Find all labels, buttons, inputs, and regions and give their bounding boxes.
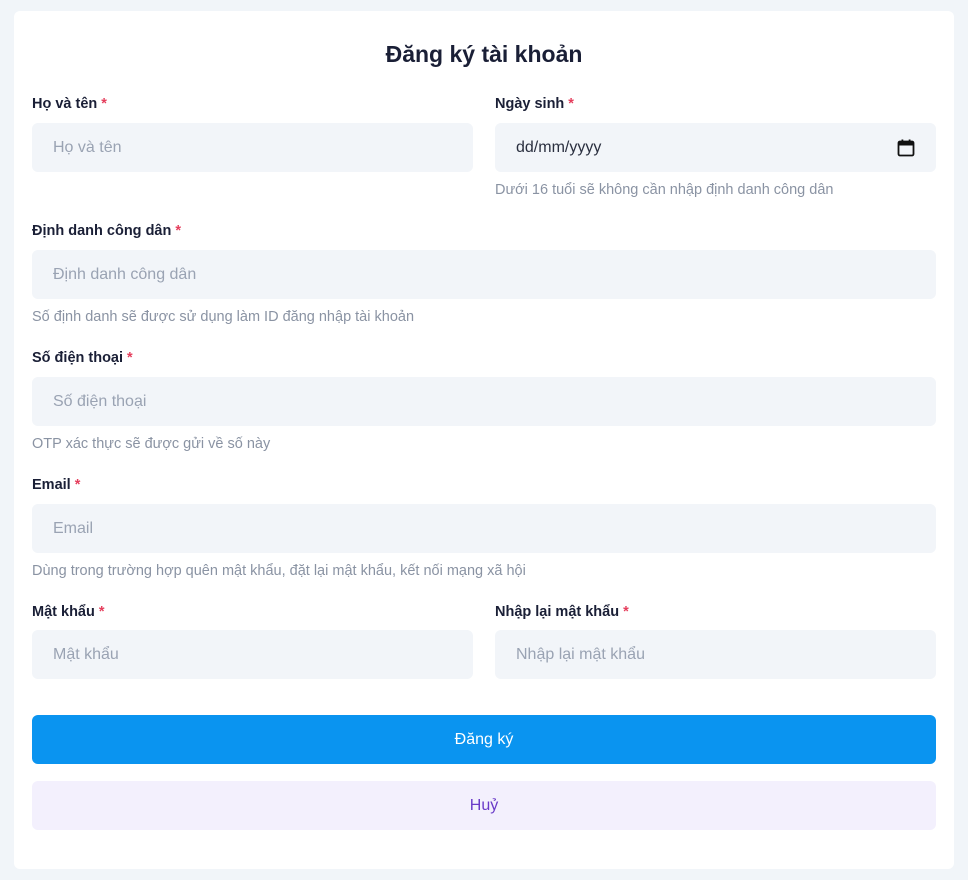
dob-placeholder: dd/mm/yyyy	[516, 138, 602, 156]
dob-label-text: Ngày sinh	[495, 96, 565, 112]
confirm-password-label: Nhập lại mật khẩu *	[495, 603, 629, 621]
phone-label: Số điện thoại *	[32, 349, 133, 367]
register-button[interactable]: Đăng ký	[32, 715, 936, 764]
confirm-password-input[interactable]	[495, 630, 936, 679]
citizen-id-input[interactable]	[32, 250, 936, 299]
dob-hint: Dưới 16 tuổi sẽ không cần nhập định danh…	[495, 182, 834, 198]
email-label: Email *	[32, 476, 80, 494]
page-title: Đăng ký tài khoản	[385, 41, 583, 67]
required-mark: *	[127, 350, 133, 366]
required-mark: *	[623, 604, 629, 620]
email-label-text: Email	[32, 477, 71, 493]
confirm-password-label-text: Nhập lại mật khẩu	[495, 604, 620, 620]
dob-input[interactable]: dd/mm/yyyy	[495, 123, 936, 172]
required-mark: *	[74, 477, 81, 493]
full-name-label-text: Họ và tên	[32, 96, 98, 112]
required-mark: *	[175, 223, 182, 239]
password-label-text: Mật khẩu	[32, 604, 95, 620]
required-mark: *	[98, 604, 105, 620]
full-name-label: Họ và tên *	[32, 95, 107, 113]
citizen-id-hint: Số định danh sẽ được sử dụng làm ID đăng…	[32, 309, 415, 325]
phone-label-text: Số điện thoại	[32, 350, 124, 366]
required-mark: *	[568, 96, 574, 112]
dob-label: Ngày sinh *	[495, 95, 574, 113]
password-input[interactable]	[32, 630, 473, 679]
email-input[interactable]	[32, 504, 936, 553]
phone-input[interactable]	[32, 377, 936, 426]
email-hint: Dùng trong trường hợp quên mật khẩu, đặt…	[32, 563, 526, 579]
citizen-id-label-text: Định danh công dân	[32, 223, 172, 239]
full-name-input[interactable]	[32, 123, 473, 172]
citizen-id-label: Định danh công dân *	[32, 222, 181, 240]
phone-hint: OTP xác thực sẽ được gửi về số này	[32, 436, 271, 452]
password-label: Mật khẩu *	[32, 603, 105, 621]
required-mark: *	[101, 96, 107, 112]
register-card: Đăng ký tài khoản Họ và tên* Ngày sinh* …	[14, 11, 954, 869]
cancel-button[interactable]: Huỷ	[32, 781, 936, 830]
calendar-icon[interactable]	[897, 139, 915, 157]
